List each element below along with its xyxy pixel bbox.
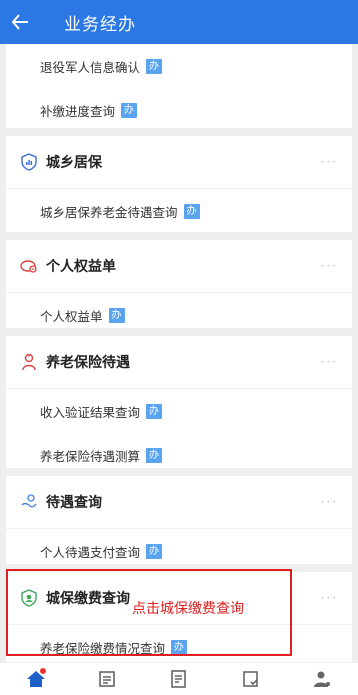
back-button[interactable]: [0, 0, 40, 44]
tab-list[interactable]: [87, 665, 127, 693]
section-header: 个人权益单 ···: [6, 240, 352, 293]
item-label: 个人权益单: [40, 308, 103, 324]
item-label: 补缴进度查询: [40, 103, 116, 119]
shield-chart-icon: [20, 153, 38, 171]
section-benefit-query: 待遇查询 ··· 个人待遇支付查询 办: [6, 468, 352, 572]
document-icon: [171, 670, 186, 688]
hand-heart-icon: [20, 493, 38, 511]
section-title: 待遇查询: [46, 495, 102, 511]
list-item-income-verification[interactable]: 收入验证结果查询 办: [6, 389, 352, 433]
list-item-arrears-progress[interactable]: 补缴进度查询 办: [6, 88, 352, 132]
section-title: 城保缴费查询: [46, 591, 130, 607]
more-icon[interactable]: ···: [321, 476, 338, 528]
rights-icon: [20, 257, 38, 275]
do-badge: 办: [146, 543, 163, 559]
item-label: 养老保险待遇测算: [40, 448, 141, 464]
tab-home[interactable]: [16, 665, 56, 693]
tab-checklist[interactable]: [231, 665, 271, 693]
do-badge: 办: [146, 447, 163, 463]
elder-icon: [20, 353, 38, 371]
back-arrow-icon: [11, 14, 28, 30]
do-badge: 办: [121, 102, 138, 118]
list-item-veteran-confirm[interactable]: 退役军人信息确认 办: [6, 44, 352, 88]
section-header: 养老保险待遇 ···: [6, 336, 352, 389]
do-badge: 办: [146, 58, 163, 74]
do-badge: 办: [146, 403, 163, 419]
more-icon[interactable]: ···: [321, 336, 338, 388]
item-label: 收入验证结果查询: [40, 404, 141, 420]
notification-dot: [39, 668, 46, 674]
section-title: 个人权益单: [46, 259, 116, 275]
tab-document[interactable]: [159, 665, 199, 693]
item-label: 养老保险缴费情况查询: [40, 640, 166, 656]
card-top: 退役军人信息确认 办 补缴进度查询 办: [6, 44, 352, 128]
page-title: 业务经办: [64, 14, 136, 35]
list-item-urban-rural-pension[interactable]: 城乡居保养老金待遇查询 办: [6, 189, 352, 233]
user-icon: [314, 671, 331, 687]
section-title: 养老保险待遇: [46, 355, 130, 371]
content-scroll[interactable]: 退役军人信息确认 办 补缴进度查询 办 城乡居保 ··· 城乡居保养老金待遇查询…: [0, 44, 358, 662]
do-badge: 办: [171, 639, 188, 655]
checklist-icon: [242, 671, 258, 687]
item-label: 个人待遇支付查询: [40, 544, 141, 560]
list-item-pension-payment-status[interactable]: 养老保险缴费情况查询 办: [6, 625, 352, 662]
section-personal-rights: 个人权益单 ··· 个人权益单 办: [6, 232, 352, 336]
more-icon[interactable]: ···: [321, 240, 338, 292]
do-badge: 办: [183, 203, 200, 219]
section-header: 城乡居保 ···: [6, 136, 352, 189]
item-label: 城乡居保养老金待遇查询: [40, 204, 178, 220]
more-icon[interactable]: ···: [321, 572, 338, 624]
section-title: 城乡居保: [46, 155, 102, 171]
section-header: 待遇查询 ···: [6, 476, 352, 529]
item-label: 退役军人信息确认: [40, 59, 141, 75]
app-header: 业务经办: [0, 0, 358, 44]
more-icon[interactable]: ···: [321, 136, 338, 188]
tab-user[interactable]: [302, 665, 342, 693]
annotation-text: 点击城保缴费查询: [132, 601, 244, 617]
section-pension-benefits: 养老保险待遇 ··· 收入验证结果查询 办 养老保险待遇测算 办: [6, 328, 352, 476]
shield-person-icon: [20, 589, 38, 607]
section-urban-rural: 城乡居保 ··· 城乡居保养老金待遇查询 办: [6, 136, 352, 232]
list-icon: [99, 671, 116, 687]
bottom-tabbar: [0, 662, 358, 695]
do-badge: 办: [108, 307, 125, 323]
